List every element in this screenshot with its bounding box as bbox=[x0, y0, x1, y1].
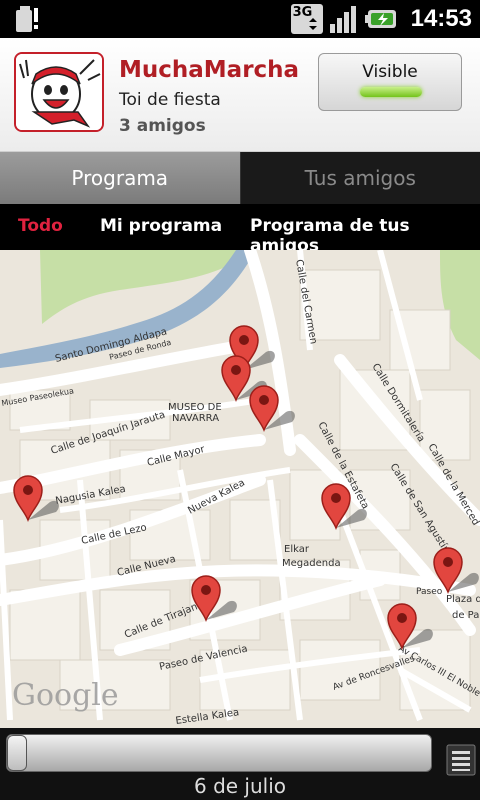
svg-text:Elkar: Elkar bbox=[284, 544, 310, 555]
friends-count: 3 amigos bbox=[119, 116, 206, 136]
filter-mi-programa[interactable]: Mi programa bbox=[100, 216, 222, 236]
tab-tus-amigos[interactable]: Tus amigos bbox=[239, 152, 480, 204]
visible-indicator-light bbox=[360, 87, 422, 97]
app-title: MuchaMarcha bbox=[119, 57, 300, 83]
filter-todo[interactable]: Todo bbox=[18, 216, 63, 236]
date-slider[interactable] bbox=[6, 734, 432, 772]
tab-programa[interactable]: Programa bbox=[0, 152, 240, 204]
notification-icon bbox=[16, 6, 38, 32]
network-3g-icon: 3G bbox=[290, 4, 323, 34]
selected-date: 6 de julio bbox=[193, 774, 287, 798]
app-subtitle: Toi de fiesta bbox=[119, 90, 221, 110]
svg-text:NAVARRA: NAVARRA bbox=[172, 413, 219, 424]
signal-icon bbox=[329, 6, 356, 33]
app-screen: 3G 14:53 MuchaMarcha Toi de fiesta 3 ami… bbox=[0, 0, 480, 800]
filter-tabs: Todo Mi programa Programa de tus amigos bbox=[0, 204, 480, 256]
menu-icon[interactable] bbox=[446, 744, 476, 776]
map-view[interactable]: Calle del Carmen Santo Domingo Aldapa Pa… bbox=[0, 250, 480, 728]
visible-toggle-button[interactable]: Visible bbox=[318, 53, 462, 111]
date-control-bar: 6 de julio bbox=[0, 728, 480, 800]
svg-text:Megadenda: Megadenda bbox=[282, 558, 341, 569]
google-logo: Google bbox=[12, 678, 119, 713]
svg-text:Paseo: Paseo bbox=[416, 587, 443, 597]
clock: 14:53 bbox=[410, 5, 472, 32]
main-tabs: Programa Tus amigos bbox=[0, 152, 480, 204]
svg-text:Plaza de: Plaza de bbox=[446, 594, 480, 605]
party-mascot-avatar bbox=[14, 52, 104, 132]
date-slider-thumb[interactable] bbox=[7, 735, 27, 771]
status-bar: 3G 14:53 bbox=[0, 0, 480, 38]
svg-text:MUSEO DE: MUSEO DE bbox=[168, 402, 222, 413]
svg-text:de Par: de Par bbox=[452, 610, 480, 621]
battery-charging-icon bbox=[364, 10, 396, 28]
app-header: MuchaMarcha Toi de fiesta 3 amigos Visib… bbox=[0, 38, 480, 152]
map-canvas: Calle del Carmen Santo Domingo Aldapa Pa… bbox=[0, 250, 480, 727]
visible-toggle-label: Visible bbox=[362, 62, 418, 82]
